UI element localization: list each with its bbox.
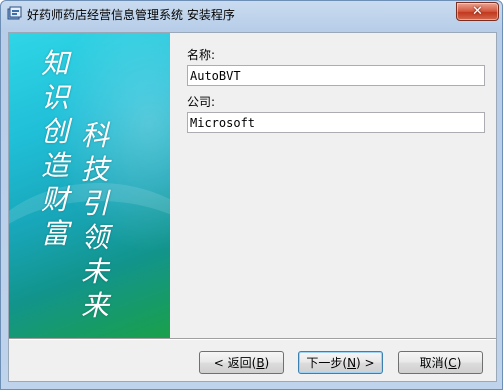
banner-char: 财 [41, 183, 70, 216]
company-label: 公司: [187, 95, 216, 109]
footer-divider [9, 338, 496, 340]
next-button[interactable]: 下一步(N) > [298, 351, 383, 374]
cancel-button-hotkey: C [448, 355, 457, 370]
banner-char: 创 [41, 115, 70, 148]
banner-char: 富 [41, 217, 70, 250]
back-button[interactable]: < 返回(B) [199, 351, 284, 374]
cancel-button-label: 取消( [419, 356, 449, 370]
name-label: 名称: [187, 48, 216, 62]
banner-char: 识 [41, 81, 70, 114]
back-button-hotkey: B [256, 355, 265, 370]
banner-char: 知 [41, 47, 70, 80]
banner-char: 技 [81, 153, 110, 186]
banner-char: 领 [81, 221, 110, 254]
cancel-button-label-end: ) [456, 355, 462, 370]
banner-char: 科 [81, 119, 110, 152]
company-field[interactable] [187, 112, 485, 133]
next-button-hotkey: N [347, 355, 357, 370]
banner-slogan-right: 科 技 引 领 未 来 [81, 119, 109, 323]
name-field[interactable] [187, 65, 485, 86]
banner-char: 造 [41, 149, 70, 182]
banner-char: 引 [81, 187, 110, 220]
installer-client-area: 知 识 创 造 财 富 科 技 引 领 未 来 名称: 公司: [8, 32, 497, 382]
window-title: 好药师药店经营信息管理系统 安装程序 [27, 8, 235, 22]
banner-slogan-left: 知 识 创 造 财 富 [41, 47, 69, 251]
installer-app-icon [7, 6, 22, 21]
banner-char: 来 [81, 289, 110, 322]
close-icon: ✕ [472, 4, 483, 19]
title-bar[interactable]: 好药师药店经营信息管理系统 安装程序 ✕ [1, 1, 502, 27]
next-button-label-end: ) > [356, 355, 375, 370]
close-button[interactable]: ✕ [456, 2, 499, 21]
back-button-label: < 返回( [213, 356, 257, 370]
banner-char: 未 [81, 255, 110, 288]
back-button-label-end: ) [264, 355, 270, 370]
installer-window: 好药师药店经营信息管理系统 安装程序 ✕ 知 识 创 造 财 富 科 技 引 领… [0, 0, 503, 390]
side-banner-image: 知 识 创 造 财 富 科 技 引 领 未 来 [9, 33, 170, 338]
cancel-button[interactable]: 取消(C) [398, 351, 483, 374]
next-button-label: 下一步( [306, 356, 348, 370]
